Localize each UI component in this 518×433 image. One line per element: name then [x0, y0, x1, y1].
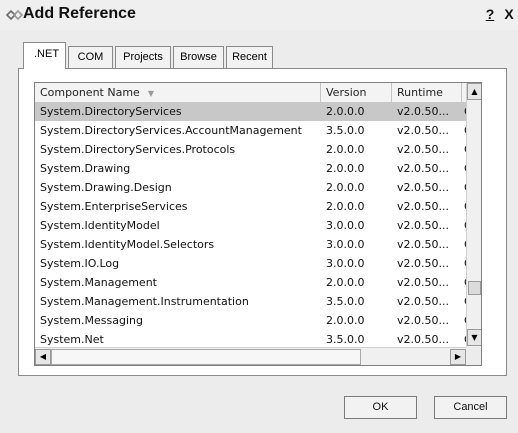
list-item[interactable]: System.EnterpriseServices 2.0.0.0 v2.0.5… — [35, 197, 472, 216]
component-name: System.Drawing.Design — [40, 181, 172, 194]
add-reference-dialog: Add Reference ? X .NET COM Projects Brow… — [0, 0, 518, 433]
list-item[interactable]: System.Drawing 2.0.0.0 v2.0.50... C — [35, 159, 472, 178]
component-runtime: v2.0.50... — [397, 257, 449, 270]
component-version: 3.5.0.0 — [326, 295, 365, 308]
component-version: 3.0.0.0 — [326, 257, 365, 270]
component-runtime: v2.0.50... — [397, 219, 449, 232]
scroll-left-arrow-icon[interactable]: ◀ — [35, 349, 51, 365]
reference-link-icon — [6, 9, 24, 21]
list-item[interactable]: System.DirectoryServices 2.0.0.0 v2.0.50… — [35, 102, 472, 121]
component-name: System.Management.Instrumentation — [40, 295, 249, 308]
component-name: System.IdentityModel.Selectors — [40, 238, 215, 251]
column-header-label: Component Name — [40, 86, 140, 99]
component-runtime: v2.0.50... — [397, 162, 449, 175]
tab-com[interactable]: COM — [68, 46, 113, 68]
component-runtime: v2.0.50... — [397, 105, 449, 118]
tab-browse[interactable]: Browse — [173, 46, 224, 68]
component-name: System.EnterpriseServices — [40, 200, 188, 213]
column-header-component-name[interactable]: Component Name ▼ — [35, 83, 321, 102]
component-runtime: v2.0.50... — [397, 200, 449, 213]
tab-net[interactable]: .NET — [23, 42, 66, 69]
dialog-title: Add Reference — [23, 5, 136, 22]
list-item[interactable]: System.DirectoryServices.Protocols 2.0.0… — [35, 140, 472, 159]
list-item[interactable]: System.Management.Instrumentation 3.5.0.… — [35, 292, 472, 311]
component-name: System.IO.Log — [40, 257, 120, 270]
close-button[interactable]: X — [501, 6, 517, 23]
ok-button[interactable]: OK — [344, 396, 417, 419]
component-name: System.DirectoryServices — [40, 105, 182, 118]
column-header-runtime[interactable]: Runtime — [392, 83, 462, 102]
component-runtime: v2.0.50... — [397, 181, 449, 194]
scroll-up-arrow-icon[interactable]: ▲ — [467, 83, 481, 100]
scrollbar-corner — [466, 347, 481, 365]
horizontal-scrollbar[interactable]: ◀ ▶ — [35, 347, 466, 365]
component-name: System.Drawing — [40, 162, 131, 175]
component-runtime: v2.0.50... — [397, 238, 449, 251]
tab-projects[interactable]: Projects — [115, 46, 171, 68]
component-list[interactable]: Component Name▼ Version Runtime P System… — [34, 82, 482, 366]
list-item[interactable]: System.Messaging 2.0.0.0 v2.0.50... C — [35, 311, 472, 330]
component-version: 3.5.0.0 — [326, 124, 365, 137]
component-version: 2.0.0.0 — [326, 181, 365, 194]
component-version: 2.0.0.0 — [326, 200, 365, 213]
list-item[interactable]: System.DirectoryServices.AccountManageme… — [35, 121, 472, 140]
component-version: 2.0.0.0 — [326, 105, 365, 118]
component-runtime: v2.0.50... — [397, 124, 449, 137]
vertical-scrollbar[interactable]: ▲ ▼ — [466, 83, 481, 347]
vertical-scroll-thumb[interactable] — [468, 281, 481, 295]
scroll-down-arrow-icon[interactable]: ▼ — [467, 329, 481, 346]
cancel-button[interactable]: Cancel — [434, 396, 507, 419]
component-version: 2.0.0.0 — [326, 162, 365, 175]
column-header-version[interactable]: Version — [321, 83, 392, 102]
list-item[interactable]: System.IdentityModel.Selectors 3.0.0.0 v… — [35, 235, 472, 254]
component-runtime: v2.0.50... — [397, 143, 449, 156]
sort-down-icon: ▼ — [147, 89, 154, 98]
tab-recent[interactable]: Recent — [226, 46, 273, 68]
component-runtime: v2.0.50... — [397, 276, 449, 289]
component-version: 3.0.0.0 — [326, 238, 365, 251]
list-header: Component Name▼ Version Runtime P — [35, 83, 481, 103]
component-version: 2.0.0.0 — [326, 314, 365, 327]
component-name: System.IdentityModel — [40, 219, 160, 232]
scroll-right-arrow-icon[interactable]: ▶ — [450, 349, 466, 365]
list-item[interactable]: System.Management 2.0.0.0 v2.0.50... C — [35, 273, 472, 292]
title-bar[interactable]: Add Reference ? X — [0, 0, 518, 30]
component-name: System.DirectoryServices.Protocols — [40, 143, 236, 156]
component-name: System.DirectoryServices.AccountManageme… — [40, 124, 302, 137]
help-button[interactable]: ? — [482, 6, 498, 23]
component-name: System.Messaging — [40, 314, 143, 327]
list-item[interactable]: System.Drawing.Design 2.0.0.0 v2.0.50...… — [35, 178, 472, 197]
list-item[interactable]: System.IO.Log 3.0.0.0 v2.0.50... C — [35, 254, 472, 273]
component-version: 3.0.0.0 — [326, 219, 365, 232]
component-runtime: v2.0.50... — [397, 314, 449, 327]
list-item[interactable]: System.IdentityModel 3.0.0.0 v2.0.50... … — [35, 216, 472, 235]
component-runtime: v2.0.50... — [397, 295, 449, 308]
component-version: 2.0.0.0 — [326, 276, 365, 289]
component-name: System.Management — [40, 276, 157, 289]
horizontal-scroll-thumb[interactable] — [51, 349, 361, 365]
component-version: 2.0.0.0 — [326, 143, 365, 156]
